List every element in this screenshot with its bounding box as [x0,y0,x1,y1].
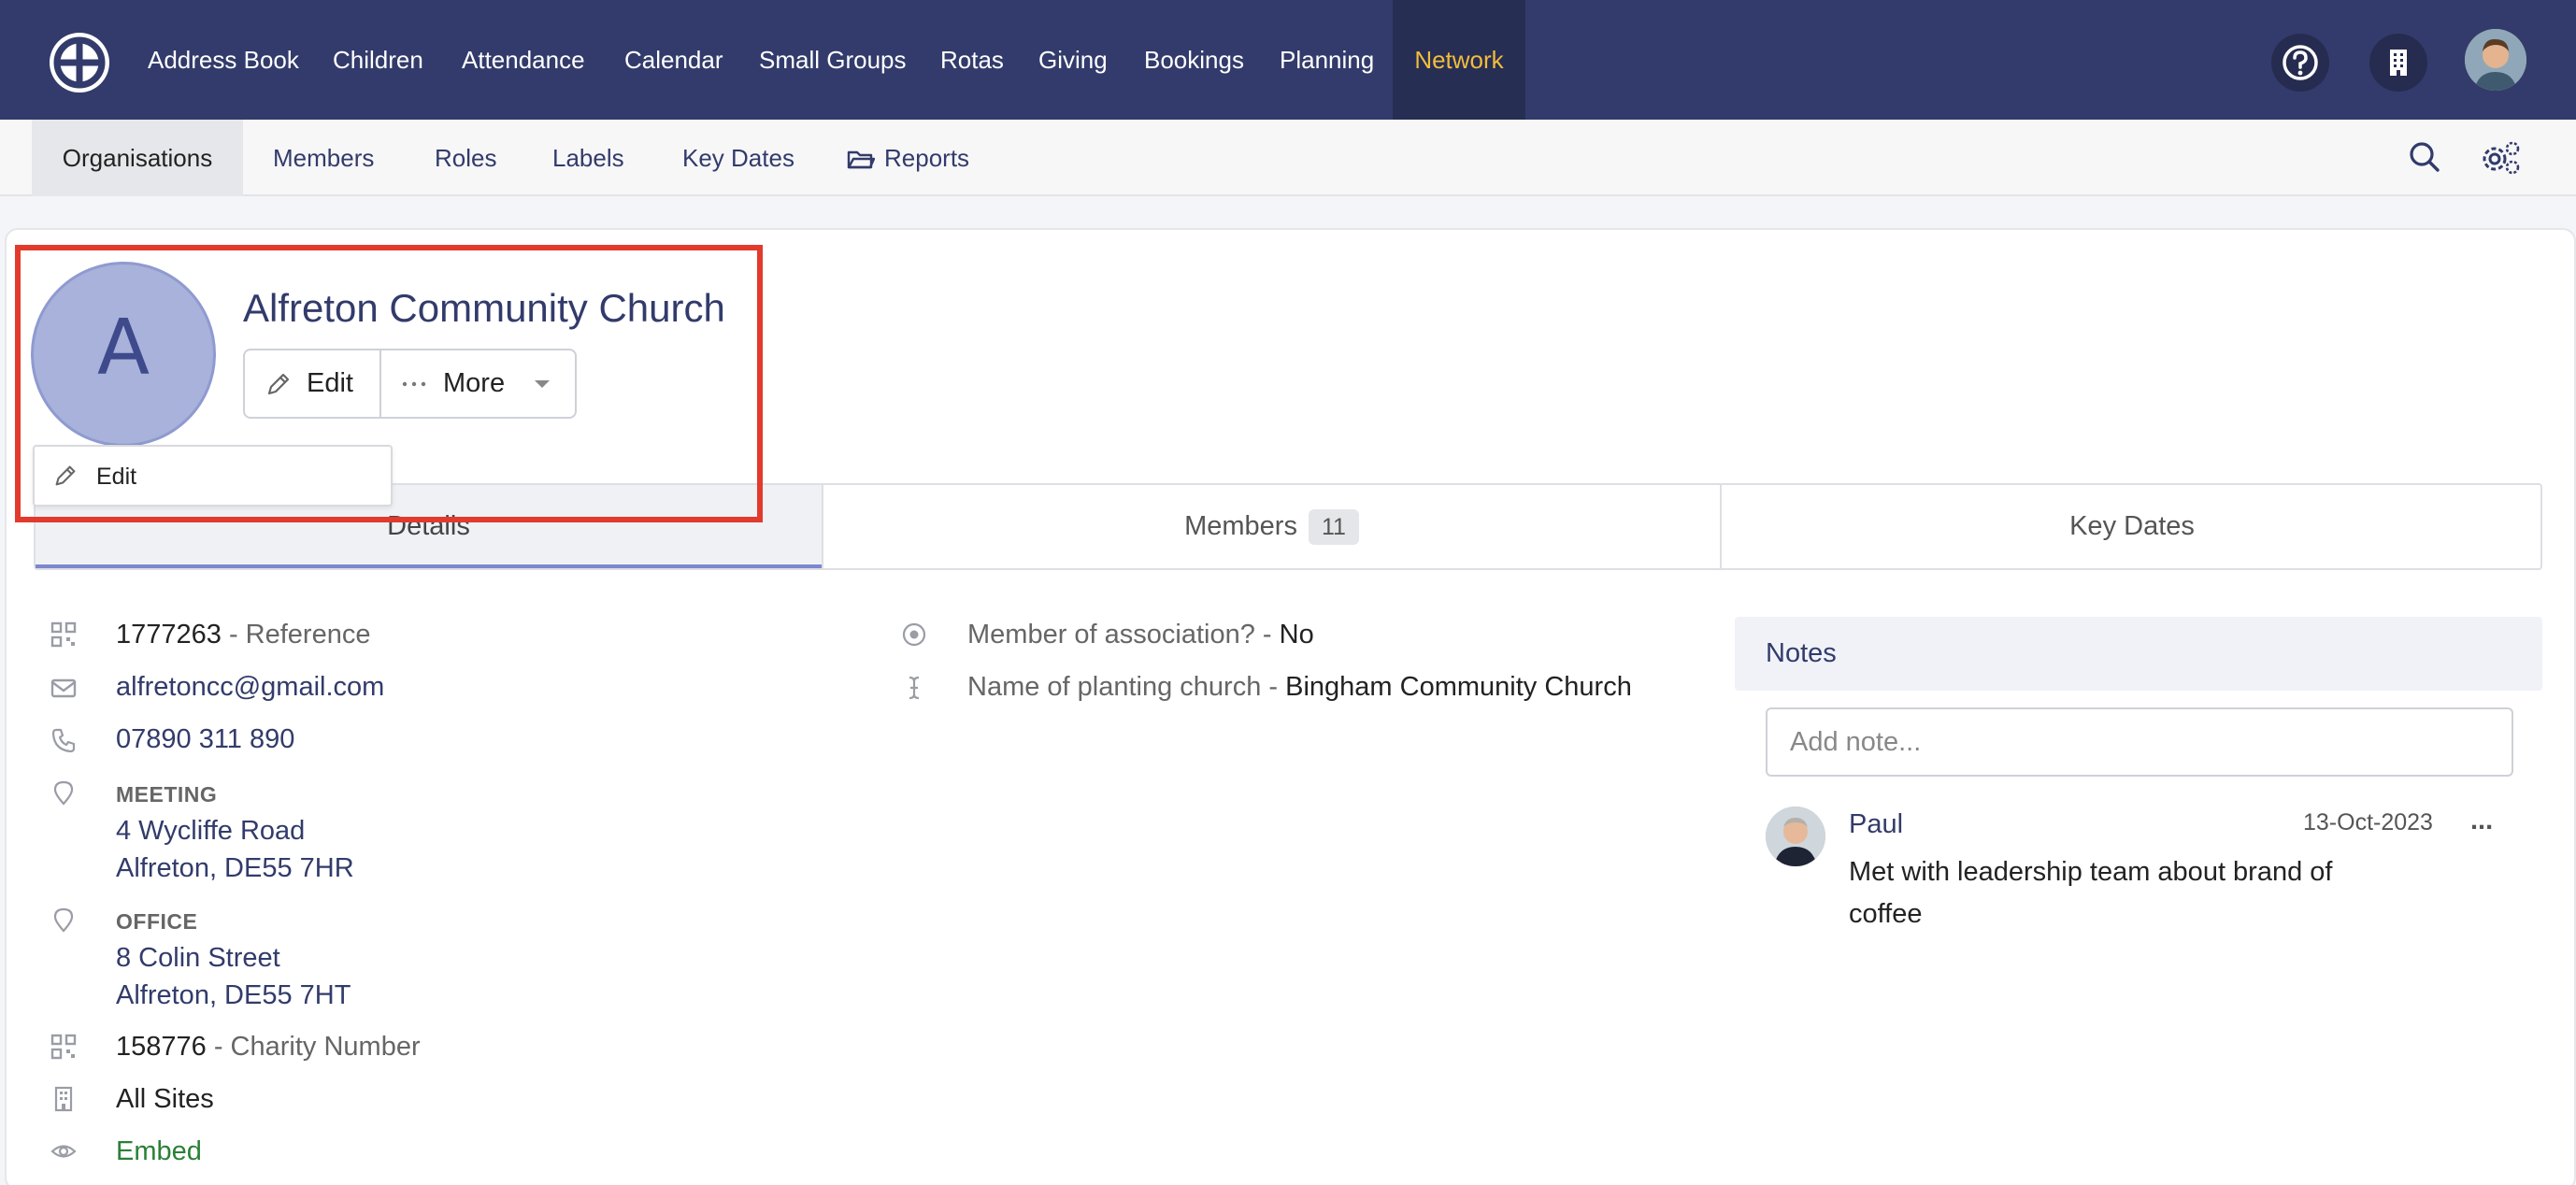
association-value: No [1279,620,1314,650]
sites-value: All Sites [116,1084,214,1114]
subnav-key-dates[interactable]: Key Dates [682,120,794,196]
map-pin-icon [53,780,74,806]
charity-number-row: 158776 - Charity Number [116,1032,421,1063]
radio-button-icon [902,622,926,647]
charity-number-label: - Charity Number [206,1032,421,1062]
nav-attendance[interactable]: Attendance [462,0,585,120]
eye-icon [50,1145,77,1158]
subnav-roles[interactable]: Roles [435,120,496,196]
top-navigation-bar: Address Book Children Attendance Calenda… [0,0,2576,120]
note-author-avatar[interactable] [1766,807,1825,866]
reference-row: 1777263 - Reference [116,620,370,650]
note-author-name[interactable]: Paul [1849,809,1903,840]
building-icon [54,1086,73,1112]
add-note-input[interactable] [1766,707,2513,777]
search-icon[interactable] [2406,138,2443,176]
qrcode-icon [50,1034,77,1060]
tab-members-label: Members [1184,511,1297,541]
settings-icon[interactable] [2479,138,2522,176]
note-menu-icon[interactable]: ... [2470,806,2493,836]
embed-link[interactable]: Embed [116,1136,202,1167]
secondary-navigation: Organisations Members Roles Labels Key D… [0,120,2576,196]
meeting-address-label: MEETING [116,782,218,807]
notes-panel-header: Notes [1735,617,2542,691]
office-address-line2[interactable]: Alfreton, DE55 7HT [116,980,351,1011]
help-icon[interactable] [2271,34,2329,92]
association-field: Member of association? - No [967,620,1314,650]
subnav-organisations[interactable]: Organisations [32,120,243,196]
nav-network[interactable]: Network [1393,0,1525,120]
phone-link[interactable]: 07890 311 890 [116,724,294,755]
subnav-reports-label: Reports [884,144,970,172]
tab-key-dates[interactable]: Key Dates [1722,485,2542,568]
notes-title: Notes [1766,638,1837,668]
app-logo-icon[interactable] [50,33,109,93]
reference-value: 1777263 [116,620,222,650]
note-date: 13-Oct-2023 [2303,809,2433,835]
note-text-line1: Met with leadership team about brand of [1849,857,2333,887]
meeting-address-line1[interactable]: 4 Wycliffe Road [116,816,305,847]
meeting-address-line2[interactable]: Alfreton, DE55 7HR [116,853,354,884]
folder-icon [847,150,876,169]
reference-label: - Reference [221,620,371,650]
members-count-badge: 11 [1308,509,1359,546]
nav-rotas[interactable]: Rotas [940,0,1004,120]
map-pin-icon [53,907,74,933]
planting-church-field: Name of planting church - Bingham Commun… [967,672,1632,703]
nav-planning[interactable]: Planning [1280,0,1374,120]
nav-address-book[interactable]: Address Book [148,0,299,120]
email-link[interactable]: alfretoncc@gmail.com [116,672,384,703]
nav-calendar[interactable]: Calendar [624,0,723,120]
tab-members[interactable]: Members 11 [823,485,1720,568]
highlight-box [15,245,763,522]
office-address-label: OFFICE [116,909,198,934]
qrcode-icon [50,621,77,648]
building-icon[interactable] [2369,34,2427,92]
subnav-reports[interactable]: Reports [847,120,969,196]
envelope-icon [50,678,77,698]
charity-number-value: 158776 [116,1032,207,1062]
planting-church-label: Name of planting church - [967,672,1286,702]
note-text-line2: coffee [1849,899,1923,929]
office-address-line1[interactable]: 8 Colin Street [116,943,280,974]
user-avatar[interactable] [2465,29,2526,91]
nav-small-groups[interactable]: Small Groups [759,0,907,120]
subnav-labels[interactable]: Labels [552,120,624,196]
nav-giving[interactable]: Giving [1038,0,1108,120]
nav-bookings[interactable]: Bookings [1144,0,1244,120]
association-label: Member of association? - [967,620,1280,650]
planting-church-value: Bingham Community Church [1285,672,1632,702]
subnav-members[interactable]: Members [273,120,374,196]
text-cursor-icon [909,676,920,700]
nav-children[interactable]: Children [333,0,423,120]
phone-icon [51,728,76,753]
